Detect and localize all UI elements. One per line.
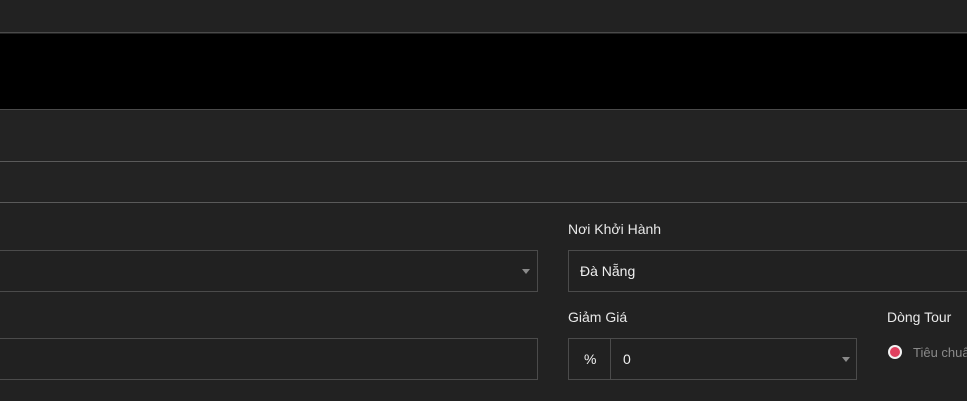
discount-value: 0 (623, 351, 631, 367)
tour-line-radio-option[interactable]: Tiêu chuẩn (887, 344, 967, 362)
radio-button-selected[interactable] (888, 345, 902, 359)
departure-value: Đà Nẵng (580, 263, 636, 279)
chevron-down-icon (522, 269, 530, 274)
text-input-field[interactable] (0, 338, 538, 380)
chevron-down-icon (842, 357, 850, 362)
departure-input[interactable]: Đà Nẵng (568, 250, 967, 292)
departure-label: Nơi Khởi Hành (568, 221, 662, 237)
discount-label: Giảm Giá (568, 309, 628, 325)
section-row (0, 163, 967, 203)
tour-line-label: Dòng Tour (887, 309, 952, 325)
select-field[interactable] (0, 250, 538, 292)
section-row (0, 111, 967, 162)
discount-unit-addon: % (568, 338, 611, 380)
header-banner (0, 34, 967, 110)
tour-line-option-label: Tiêu chuẩn (913, 345, 967, 360)
top-toolbar-band (0, 0, 967, 33)
percent-symbol: % (584, 351, 597, 367)
discount-select[interactable]: 0 (610, 338, 857, 380)
